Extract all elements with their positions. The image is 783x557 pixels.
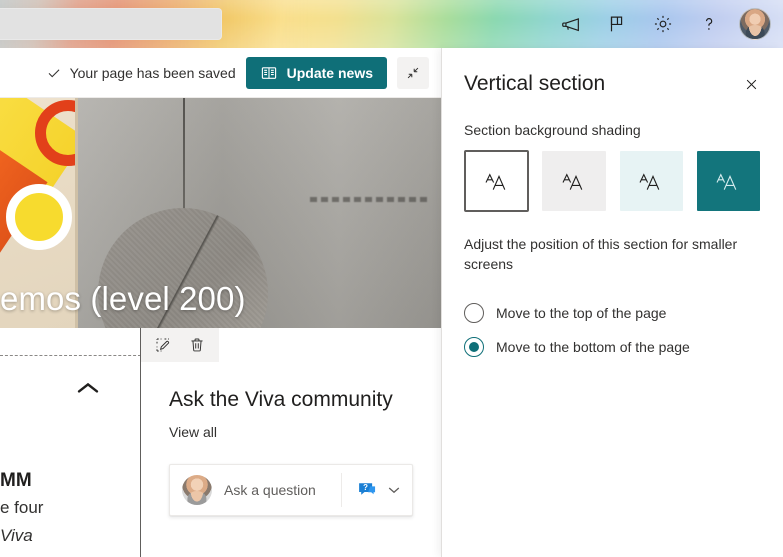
app-root: Your page has been saved Update news emo… [0,0,783,557]
shading-swatch-none[interactable] [464,150,530,212]
hero-banner[interactable]: emos (level 200) [0,98,441,328]
edit-section-icon[interactable] [149,331,177,359]
shading-swatch-strong[interactable] [696,150,761,212]
collapse-toolbar-button[interactable] [397,56,429,89]
question-bubble-icon[interactable]: ? [352,475,382,505]
ask-question-input[interactable]: Ask a question [224,482,341,498]
shading-swatch-soft[interactable] [619,150,684,212]
hero-scuff-decor [310,196,431,202]
left-column-text: MM e four Viva deck you [0,468,138,557]
pane-header: Vertical section [442,48,783,98]
viva-title: Ask the Viva community [169,388,393,411]
deck-white-ring [6,184,72,250]
left-text-heading: MM [0,470,32,491]
left-text-line-1: e four [0,498,44,517]
collapse-section-chevron[interactable] [66,370,110,406]
shading-swatch-none-fill [468,154,526,208]
radio-move-top-label: Move to the top of the page [496,305,667,321]
command-bar: Your page has been saved Update news [0,48,441,98]
avatar-image [739,8,771,40]
radio-move-bottom[interactable]: Move to the bottom of the page [464,330,761,364]
pane-title: Vertical section [464,72,606,95]
shading-swatch-group [464,150,761,212]
viva-view-all-link[interactable]: View all [169,424,217,440]
search-input[interactable] [0,8,222,40]
save-status-text: Your page has been saved [69,64,236,81]
delete-section-icon[interactable] [183,331,211,359]
vertical-section-pane: Vertical section Section background shad… [441,48,783,557]
gear-icon[interactable] [641,2,685,46]
section-toolbar [141,328,219,362]
checkmark-icon [46,65,62,81]
flag-icon[interactable] [595,2,639,46]
pane-body: Section background shading Adjust the po… [442,120,783,364]
radio-move-bottom-indicator[interactable] [464,337,484,357]
shading-swatch-neutral-fill [542,151,606,211]
chevron-down-icon[interactable] [382,475,406,505]
avatar[interactable] [733,2,777,46]
left-text-line-2: Viva [0,526,33,545]
ask-question-card[interactable]: Ask a question ? [169,464,413,516]
suite-bar-icons [549,0,777,48]
hero-title: emos (level 200) [0,280,246,317]
megaphone-icon[interactable] [549,2,593,46]
ask-question-avatar [182,475,212,505]
left-text-line-3: deck you [0,550,138,557]
close-icon[interactable] [737,70,765,98]
radio-move-top-indicator[interactable] [464,303,484,323]
radio-move-bottom-label: Move to the bottom of the page [496,339,690,355]
position-label: Adjust the position of this section for … [464,236,738,272]
viva-community-webpart: Ask the Viva community View all Ask a qu… [141,362,441,557]
position-radio-group: Move to the top of the page Move to the … [464,296,761,364]
update-news-button[interactable]: Update news [245,56,387,89]
save-status: Your page has been saved [46,65,236,81]
shading-swatch-strong-fill [696,151,760,211]
help-icon[interactable] [687,2,731,46]
suite-bar [0,0,783,48]
shading-swatch-soft-fill [619,151,683,211]
section-dashed-divider [0,355,141,356]
ask-card-divider [341,473,342,507]
update-news-label: Update news [286,64,373,81]
news-icon [260,64,278,82]
shading-label: Section background shading [464,122,641,138]
radio-move-top[interactable]: Move to the top of the page [464,296,761,330]
svg-text:?: ? [363,483,368,492]
page-canvas: MM e four Viva deck you Ask the Viva com… [0,328,441,557]
shading-swatch-neutral[interactable] [541,150,606,212]
